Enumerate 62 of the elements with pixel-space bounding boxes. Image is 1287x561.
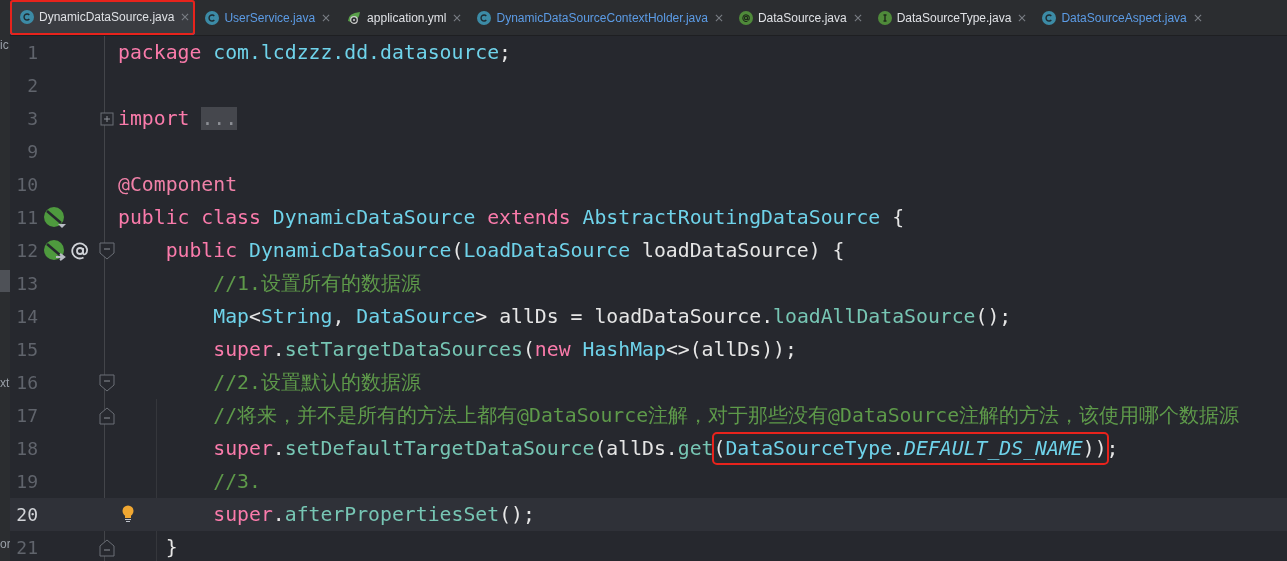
editor-tab[interactable]: DataSource.java [728,0,868,35]
editor-tab[interactable]: DynamicDataSource.java [10,0,196,35]
code-line: package com.lcdzzz.dd.datasource; [118,40,512,65]
close-icon[interactable] [853,13,862,22]
code-line: //3. [213,469,261,494]
close-icon[interactable] [1018,13,1027,22]
line-number: 10 [15,173,38,197]
line-number: 21 [15,536,38,560]
interface-icon [877,10,892,25]
code-line: public class DynamicDataSource extends AbstractRoutingDataSource { [118,205,905,230]
code-line: @Component [118,172,238,197]
fold-collapse-icon[interactable] [98,241,115,260]
code-line: super.afterPropertiesSet(); [213,502,535,527]
scrollbar-thumb[interactable] [0,270,10,292]
implemented-icon[interactable] [43,206,67,229]
code-line: Map<String, DataSource> allDs = loadDataSource.loadAllDataSource(); [213,304,1012,329]
line-number: 15 [15,338,38,362]
line-number: 16 [15,371,38,395]
editor-tab[interactable]: application.yml [336,0,468,35]
fold-end-icon[interactable] [98,538,115,557]
line-number: 18 [15,437,38,461]
code-line: public DynamicDataSource(LoadDataSource loadDataSource) { [165,238,845,263]
panel-label-fragment: xt [0,376,10,390]
editor-tab[interactable]: DataSourceType.java [867,0,1033,35]
class-icon [1042,10,1057,25]
line-number: 3 [26,107,38,131]
code-line: import ... [118,106,238,131]
code-line: super.setTargetDataSources(new HashMap<>(allDs)); [213,337,797,362]
leaf-gear-icon [346,10,363,25]
panel-label-fragment: ic [0,38,9,52]
line-number: 13 [15,272,38,296]
fold-end-icon[interactable] [98,406,115,425]
editor-tab[interactable]: DynamicDataSourceContextHolder.java [467,0,729,35]
editor-tab[interactable]: UserService.java [195,0,337,35]
close-icon[interactable] [453,13,462,22]
code-line: //2.设置默认的数据源 [213,370,421,395]
code-line: //将来，并不是所有的方法上都有@DataSource注解，对于那些没有@DataSource注解的方法，该使用哪个数据源 [213,403,1240,428]
close-icon[interactable] [181,12,190,21]
editor-tab[interactable]: DataSourceAspect.java [1032,0,1208,35]
line-number: 9 [26,140,38,164]
annotation-icon [738,10,753,25]
class-icon [477,10,492,25]
close-icon[interactable] [714,13,723,22]
line-number: 17 [15,404,38,428]
code-line: } [165,535,178,560]
line-number: 20 [15,503,38,527]
close-icon[interactable] [1193,13,1202,22]
class-icon [20,9,34,24]
line-number: 2 [26,74,38,98]
panel-label-fragment: or [0,537,10,551]
fold-collapse-icon[interactable] [98,373,115,392]
line-number: 19 [15,470,38,494]
fold-expand-icon[interactable] [99,111,114,126]
code-line: //1.设置所有的数据源 [213,271,421,296]
at-sign-icon[interactable] [71,240,89,261]
line-number: 12 [15,239,38,263]
line-number: 1 [26,41,38,65]
lightbulb-icon[interactable] [121,505,135,523]
close-icon[interactable] [322,13,331,22]
class-icon [205,10,220,25]
line-number: 14 [15,305,38,329]
line-number: 11 [15,206,38,230]
